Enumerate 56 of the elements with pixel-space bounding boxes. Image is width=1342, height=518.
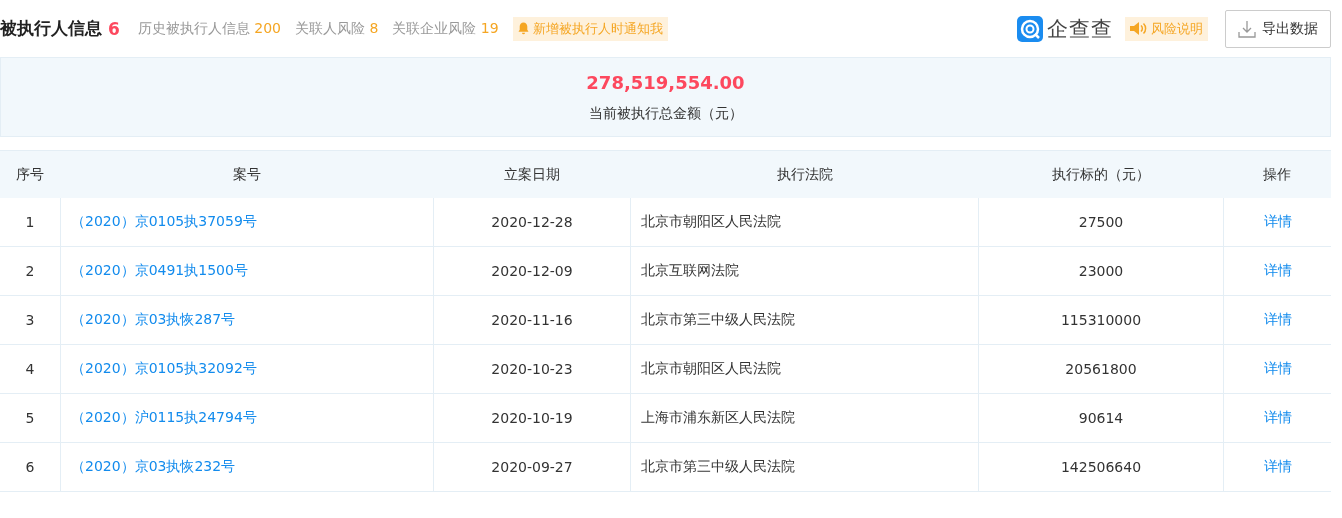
bell-icon	[517, 22, 529, 35]
table-cell: 2020-12-09	[433, 246, 631, 296]
table-cell: 5	[0, 393, 61, 443]
table-cell: 4	[0, 344, 61, 394]
details-link[interactable]: 详情	[1223, 393, 1331, 443]
details-link[interactable]: 详情	[1223, 246, 1331, 296]
case-number-link[interactable]: （2020）沪0115执24794号	[60, 393, 434, 443]
download-icon	[1238, 19, 1256, 38]
details-link[interactable]: 详情	[1223, 344, 1331, 394]
table-cell: 1	[0, 198, 61, 247]
table-cell: 2020-12-28	[433, 198, 631, 247]
table-cell: 北京市朝阳区人民法院	[630, 344, 979, 394]
details-link[interactable]: 详情	[1223, 442, 1331, 492]
table-cell: 2020-09-27	[433, 442, 631, 492]
table-cell: 北京市第三中级人民法院	[630, 442, 979, 492]
column-header: 案号	[60, 150, 434, 198]
table-cell: 2020-11-16	[433, 295, 631, 345]
risk-note-button[interactable]: 风险说明	[1125, 16, 1208, 41]
table-cell: 115310000	[978, 295, 1224, 345]
risk-tab[interactable]: 关联人风险 8	[295, 19, 379, 38]
table-cell: 6	[0, 442, 61, 492]
table-cell: 北京市第三中级人民法院	[630, 295, 979, 345]
table-cell: 2020-10-19	[433, 393, 631, 443]
table-cell: 142506640	[978, 442, 1224, 492]
total-amount: 278,519,554.00	[586, 71, 745, 93]
risk-tab[interactable]: 历史被执行人信息 200	[137, 19, 282, 38]
record-count: 6	[108, 18, 120, 39]
table-cell: 90614	[978, 393, 1224, 443]
table-cell: 20561800	[978, 344, 1224, 394]
column-header: 执行标的（元）	[978, 150, 1224, 198]
table-cell: 27500	[978, 198, 1224, 247]
table-cell: 北京互联网法院	[630, 246, 979, 296]
table-cell: 3	[0, 295, 61, 345]
brand-logo-icon	[1017, 15, 1043, 42]
details-link[interactable]: 详情	[1223, 198, 1331, 247]
export-button[interactable]: 导出数据	[1225, 9, 1331, 48]
speaker-icon	[1130, 22, 1148, 35]
table-cell: 23000	[978, 246, 1224, 296]
column-header: 立案日期	[433, 150, 631, 198]
case-number-link[interactable]: （2020）京0105执32092号	[60, 344, 434, 394]
case-number-link[interactable]: （2020）京03执恢287号	[60, 295, 434, 345]
case-number-link[interactable]: （2020）京03执恢232号	[60, 442, 434, 492]
table-cell: 2	[0, 246, 61, 296]
brand-name: 企查查	[1047, 15, 1113, 43]
table-cell: 2020-10-23	[433, 344, 631, 394]
details-link[interactable]: 详情	[1223, 295, 1331, 345]
column-header: 序号	[0, 150, 61, 198]
risk-tab[interactable]: 关联企业风险 19	[392, 19, 499, 38]
case-number-link[interactable]: （2020）京0491执1500号	[60, 246, 434, 296]
table-cell: 北京市朝阳区人民法院	[630, 198, 979, 247]
table-cell: 上海市浦东新区人民法院	[630, 393, 979, 443]
section-title: 被执行人信息	[0, 17, 102, 40]
total-amount-label: 当前被执行总金额（元）	[588, 104, 743, 123]
case-number-link[interactable]: （2020）京0105执37059号	[60, 198, 434, 247]
column-header: 执行法院	[630, 150, 979, 198]
column-header: 操作	[1223, 150, 1331, 198]
